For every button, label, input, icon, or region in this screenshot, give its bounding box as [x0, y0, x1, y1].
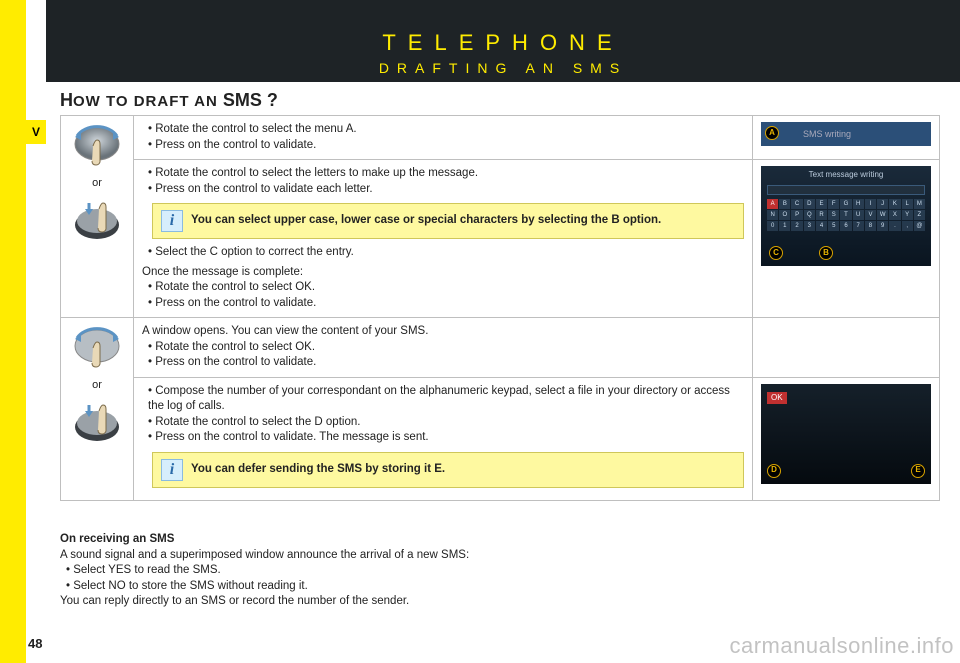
- bullet: Press on the control to validate.: [148, 138, 744, 154]
- bullet: Press on the control to validate. The me…: [148, 430, 744, 446]
- section-heading: HOW TO DRAFT AN SMS ?: [60, 90, 278, 111]
- marker-c-icon: C: [769, 246, 783, 260]
- intro-line: A window opens. You can view the content…: [142, 324, 744, 340]
- send-ok-label: OK: [767, 392, 787, 405]
- footer-line: You can reply directly to an SMS or reco…: [60, 594, 880, 610]
- info-text: You can select upper case, lower case or…: [191, 213, 661, 229]
- marker-b-icon: B: [819, 246, 833, 260]
- header-subtitle: DRAFTING AN SMS: [46, 56, 960, 76]
- screenshot-keyboard: Text message writing ABCDEFGHIJKLM NOPQR…: [761, 166, 931, 266]
- header-title: TELEPHONE: [46, 22, 960, 56]
- bullet: Compose the number of your correspondant…: [148, 384, 744, 415]
- page-number: 48: [28, 636, 42, 651]
- control-image-cell: or: [61, 116, 134, 318]
- heading-rest: OW TO DRAFT AN: [73, 93, 218, 110]
- send-row: OK: [767, 392, 787, 405]
- screenshot-cell: OK D E: [753, 377, 940, 500]
- watermark: carmanualsonline.info: [729, 633, 954, 659]
- screenshot-send: OK D E: [761, 384, 931, 484]
- page-header: TELEPHONE DRAFTING AN SMS: [46, 22, 960, 76]
- marker-d-icon: D: [767, 464, 781, 478]
- control-image-cell: or: [61, 318, 134, 501]
- bullet: Press on the control to validate each le…: [148, 182, 744, 198]
- bullet: Rotate the control to select OK.: [148, 340, 744, 356]
- kb-title: Text message writing: [761, 166, 931, 181]
- bullet: Rotate the control to select the menu A.: [148, 122, 744, 138]
- footer-block: On receiving an SMS A sound signal and a…: [60, 532, 880, 610]
- footer-line: A sound signal and a superimposed window…: [60, 548, 880, 564]
- heading-post: SMS ?: [218, 90, 278, 110]
- instruction-table: or Rotate the control to select the menu…: [60, 115, 940, 501]
- bullet: Select YES to read the SMS.: [66, 563, 880, 579]
- info-icon: i: [161, 210, 183, 232]
- info-icon: i: [161, 459, 183, 481]
- screenshot-cell: A SMS writing: [753, 116, 940, 160]
- info-box: i You can defer sending the SMS by stori…: [152, 452, 744, 488]
- table-row: Compose the number of your correspondant…: [61, 377, 940, 500]
- screenshot-cell: Text message writing ABCDEFGHIJKLM NOPQR…: [753, 160, 940, 318]
- rotary-knob-icon: [69, 324, 125, 374]
- rotary-knob-icon: [69, 122, 125, 172]
- bullet: Rotate the control to select the D optio…: [148, 415, 744, 431]
- instruction-cell: Compose the number of your correspondant…: [134, 377, 753, 500]
- instruction-cell: A window opens. You can view the content…: [134, 318, 753, 378]
- bullet: Press on the control to validate.: [148, 296, 744, 312]
- or-label: or: [69, 176, 125, 191]
- press-knob-icon: [69, 195, 125, 245]
- bullet: Rotate the control to select OK.: [148, 280, 744, 296]
- heading-initial: H: [60, 90, 73, 110]
- instruction-cell: Rotate the control to select the menu A.…: [134, 116, 753, 160]
- info-box: i You can select upper case, lower case …: [152, 203, 744, 239]
- bullet: Press on the control to validate.: [148, 355, 744, 371]
- screenshot-label: SMS writing: [803, 128, 851, 140]
- bullet: Select NO to store the SMS without readi…: [66, 579, 880, 595]
- once-line: Once the message is complete:: [142, 265, 744, 281]
- footer-heading: On receiving an SMS: [60, 532, 880, 548]
- section-tab: V: [26, 120, 46, 144]
- info-text: You can defer sending the SMS by storing…: [191, 462, 445, 478]
- screenshot-menu-a: A SMS writing: [761, 122, 931, 146]
- table-row: Rotate the control to select the letters…: [61, 160, 940, 318]
- table-row: or A window opens. You can view the cont…: [61, 318, 940, 378]
- press-knob-icon: [69, 397, 125, 447]
- kb-grid: ABCDEFGHIJKLM NOPQRSTUVWXYZ 0123456789.,…: [767, 199, 925, 231]
- instruction-cell: Rotate the control to select the letters…: [134, 160, 753, 318]
- kb-entry-field: [767, 185, 925, 195]
- screenshot-cell-empty: [753, 318, 940, 378]
- bullet: Select the C option to correct the entry…: [148, 245, 744, 261]
- marker-a-icon: A: [765, 126, 779, 140]
- bullet: Rotate the control to select the letters…: [148, 166, 744, 182]
- table-row: or Rotate the control to select the menu…: [61, 116, 940, 160]
- or-label: or: [69, 378, 125, 393]
- spine-bar: [0, 0, 26, 663]
- marker-e-icon: E: [911, 464, 925, 478]
